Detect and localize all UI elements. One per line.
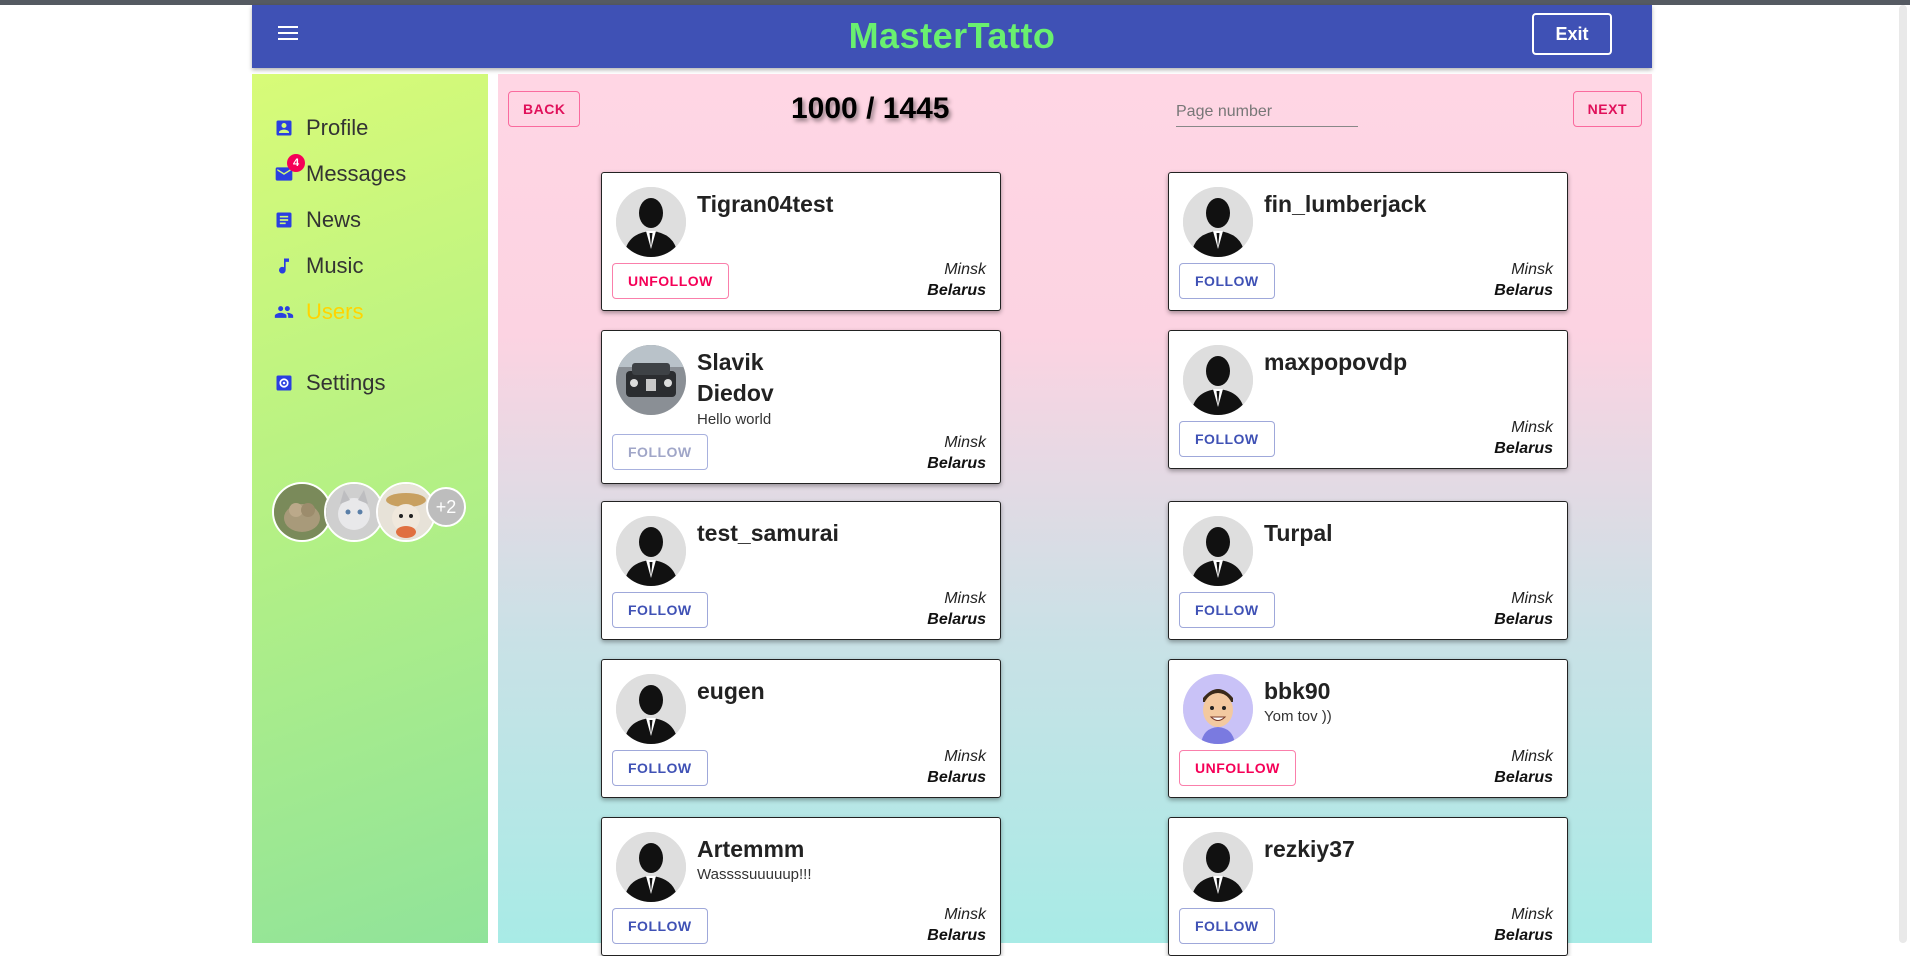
- user-card: Tigran04test UNFOLLOW Minsk Belarus: [601, 172, 1001, 311]
- user-name: maxpopovdp: [1264, 349, 1408, 375]
- sidebar-item-users[interactable]: Users: [274, 298, 363, 326]
- user-city: Minsk: [944, 261, 986, 278]
- page-number-input[interactable]: [1176, 98, 1358, 127]
- user-card: eugen FOLLOW Minsk Belarus: [601, 659, 1001, 798]
- sidebar-item-music[interactable]: Music: [274, 252, 363, 280]
- people-icon: [274, 306, 294, 318]
- sidebar-item-label: Users: [306, 299, 364, 324]
- user-card: Slavik Diedov Hello world FOLLOW Minsk Belar…: [601, 330, 1001, 484]
- user-name: rezkiy37: [1264, 836, 1355, 862]
- sidebar-item-label: Messages: [306, 161, 407, 186]
- app-title: MasterTatto: [848, 15, 1056, 56]
- user-name: fin_lumberjack: [1264, 191, 1427, 217]
- user-city: Minsk: [944, 748, 986, 765]
- friend-avatar[interactable]: [324, 482, 384, 542]
- user-city: Minsk: [944, 906, 986, 923]
- page-counter: 1000 / 1445: [791, 92, 950, 125]
- user-name: Artemmm: [697, 836, 805, 862]
- scrollbar-thumb[interactable]: [1899, 5, 1907, 943]
- page-scrollbar[interactable]: [1896, 5, 1910, 943]
- user-name: eugen: [697, 678, 765, 704]
- sidebar-item-label: Music: [306, 253, 364, 278]
- follow-button[interactable]: FOLLOW: [1179, 421, 1275, 457]
- friend-avatar[interactable]: [272, 482, 332, 542]
- user-avatar[interactable]: [616, 345, 686, 415]
- next-button[interactable]: NEXT: [1572, 91, 1642, 127]
- back-button[interactable]: BACK: [508, 91, 581, 127]
- user-card: fin_lumberjack FOLLOW Minsk Belarus: [1168, 172, 1568, 311]
- user-status: Wassssuuuuup!!!: [697, 866, 812, 883]
- sidebar: Profile 4 Messages News Music Users Sett…: [252, 74, 488, 943]
- user-country: Belarus: [927, 611, 986, 628]
- user-status: Hello world: [697, 411, 772, 428]
- sidebar-item-settings[interactable]: Settings: [274, 369, 386, 397]
- sidebar-item-messages[interactable]: 4 Messages: [274, 154, 407, 188]
- follow-button[interactable]: FOLLOW: [1179, 908, 1275, 944]
- user-city: Minsk: [944, 434, 986, 451]
- user-name: Tigran04test: [697, 191, 834, 217]
- user-card: test_samurai FOLLOW Minsk Belarus: [601, 501, 1001, 640]
- follow-button[interactable]: FOLLOW: [612, 908, 708, 944]
- app-bar: MasterTatto Exit: [252, 5, 1652, 68]
- user-country: Belarus: [1494, 282, 1553, 299]
- user-city: Minsk: [944, 590, 986, 607]
- user-country: Belarus: [927, 455, 986, 472]
- user-city: Minsk: [1511, 261, 1553, 278]
- user-card: bbk90 Yom tov )) UNFOLLOW Minsk Belarus: [1168, 659, 1568, 798]
- unread-badge: 4: [287, 154, 305, 172]
- news-icon: [276, 212, 292, 228]
- sidebar-item-news[interactable]: News: [274, 206, 361, 234]
- user-avatar[interactable]: [616, 832, 686, 902]
- sidebar-item-label: Settings: [306, 370, 386, 395]
- account-box-icon: [276, 120, 292, 136]
- user-avatar[interactable]: [1183, 187, 1253, 257]
- user-card: maxpopovdp FOLLOW Minsk Belarus: [1168, 330, 1568, 469]
- user-country: Belarus: [927, 927, 986, 944]
- unfollow-button[interactable]: UNFOLLOW: [1179, 750, 1296, 786]
- user-name: test_samurai: [697, 520, 839, 546]
- unfollow-button[interactable]: UNFOLLOW: [612, 263, 729, 299]
- user-avatar[interactable]: [616, 187, 686, 257]
- user-name: Slavik Diedov: [697, 349, 774, 406]
- user-avatar[interactable]: [616, 674, 686, 744]
- follow-button[interactable]: FOLLOW: [612, 592, 708, 628]
- user-name: bbk90: [1264, 678, 1331, 704]
- exit-button[interactable]: Exit: [1532, 13, 1612, 55]
- user-card: Turpal FOLLOW Minsk Belarus: [1168, 501, 1568, 640]
- user-city: Minsk: [1511, 906, 1553, 923]
- user-avatar[interactable]: [1183, 674, 1253, 744]
- sidebar-item-profile[interactable]: Profile: [274, 114, 368, 142]
- user-card: rezkiy37 FOLLOW Minsk Belarus: [1168, 817, 1568, 956]
- user-card: Artemmm Wassssuuuuup!!! FOLLOW Minsk Belarus: [601, 817, 1001, 956]
- user-country: Belarus: [927, 282, 986, 299]
- user-avatar[interactable]: [1183, 516, 1253, 586]
- user-country: Belarus: [1494, 611, 1553, 628]
- user-city: Minsk: [1511, 590, 1553, 607]
- user-status: Yom tov )): [1264, 708, 1332, 725]
- user-avatar[interactable]: [616, 516, 686, 586]
- user-city: Minsk: [1511, 419, 1553, 436]
- user-name: Turpal: [1264, 520, 1333, 546]
- users-panel: BACK 1000 / 1445 NEXT Tigran04test UNFOLL…: [498, 74, 1652, 956]
- follow-button[interactable]: FOLLOW: [1179, 592, 1275, 628]
- user-country: Belarus: [1494, 769, 1553, 786]
- user-city: Minsk: [1511, 748, 1553, 765]
- user-avatar[interactable]: [1183, 345, 1253, 415]
- user-country: Belarus: [1494, 927, 1553, 944]
- more-friends-count[interactable]: +2: [426, 487, 466, 527]
- follow-button[interactable]: FOLLOW: [612, 434, 708, 470]
- music-note-icon: [279, 258, 289, 274]
- settings-icon: [276, 375, 292, 391]
- sidebar-item-label: News: [306, 207, 362, 232]
- follow-button[interactable]: FOLLOW: [612, 750, 708, 786]
- sidebar-item-label: Profile: [306, 115, 369, 140]
- user-avatar[interactable]: [1183, 832, 1253, 902]
- user-country: Belarus: [1494, 440, 1553, 457]
- follow-button[interactable]: FOLLOW: [1179, 263, 1275, 299]
- user-country: Belarus: [927, 769, 986, 786]
